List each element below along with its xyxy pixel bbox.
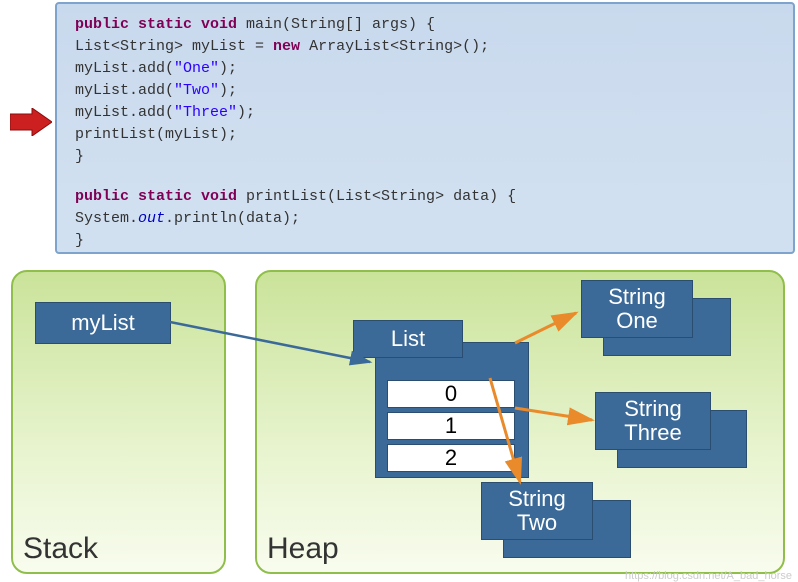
code-panel: public static void main(String[] args) {… (55, 2, 795, 254)
str-one-type: String (608, 285, 665, 309)
add1-a: myList.add( (75, 60, 174, 77)
str-three-val: Three (624, 421, 681, 445)
printlist-sig-rest: printList(List<String> data) { (237, 188, 516, 205)
add2-b: ); (219, 82, 237, 99)
str-one-val: One (616, 309, 658, 333)
stack-label: Stack (23, 532, 98, 566)
slot1-idx: 1 (445, 413, 457, 438)
decl-b: ArrayList<String>(); (300, 38, 489, 55)
add3-a: myList.add( (75, 104, 174, 121)
main-sig-rest: main(String[] args) { (237, 16, 435, 33)
list-slot-1: 1 (387, 412, 515, 440)
slot0-idx: 0 (445, 381, 457, 406)
list-slot-0: 0 (387, 380, 515, 408)
sysout-b: .println(data); (165, 210, 300, 227)
str-two-type: String (508, 487, 565, 511)
current-line-arrow-icon (10, 108, 52, 136)
stack-region: myList Stack (11, 270, 226, 574)
kw-public: public static void (75, 16, 237, 33)
str-two: "Two" (174, 82, 219, 99)
str-one: "One" (174, 60, 219, 77)
print-call: printList(myList); (75, 126, 237, 143)
list-slot-2: 2 (387, 444, 515, 472)
stack-var-label: myList (71, 310, 135, 336)
decl-a: List<String> myList = (75, 38, 273, 55)
add1-b: ); (219, 60, 237, 77)
str-three: "Three" (174, 104, 237, 121)
slot2-idx: 2 (445, 445, 457, 470)
close1: } (75, 148, 84, 165)
stack-var-mylist: myList (35, 302, 171, 344)
str-two-val: Two (517, 511, 557, 535)
heap-list-object: List 0 1 2 (353, 320, 529, 478)
heap-label: Heap (267, 532, 339, 566)
str-three-type: String (624, 397, 681, 421)
heap-string-one: String One (581, 280, 731, 356)
heap-string-two: String Two (481, 482, 631, 558)
add2-a: myList.add( (75, 82, 174, 99)
sysout-out: out (138, 210, 165, 227)
kw-public2: public static void (75, 188, 237, 205)
add3-b: ); (237, 104, 255, 121)
sysout-a: System. (75, 210, 138, 227)
watermark: https://blog.csdn.net/A_bad_horse (625, 570, 792, 582)
kw-new: new (273, 38, 300, 55)
list-title: List (391, 326, 425, 352)
close2: } (75, 232, 84, 249)
list-title-box: List (353, 320, 463, 358)
heap-string-three: String Three (595, 392, 747, 468)
heap-region: Heap List 0 1 2 String One String Three … (255, 270, 785, 574)
